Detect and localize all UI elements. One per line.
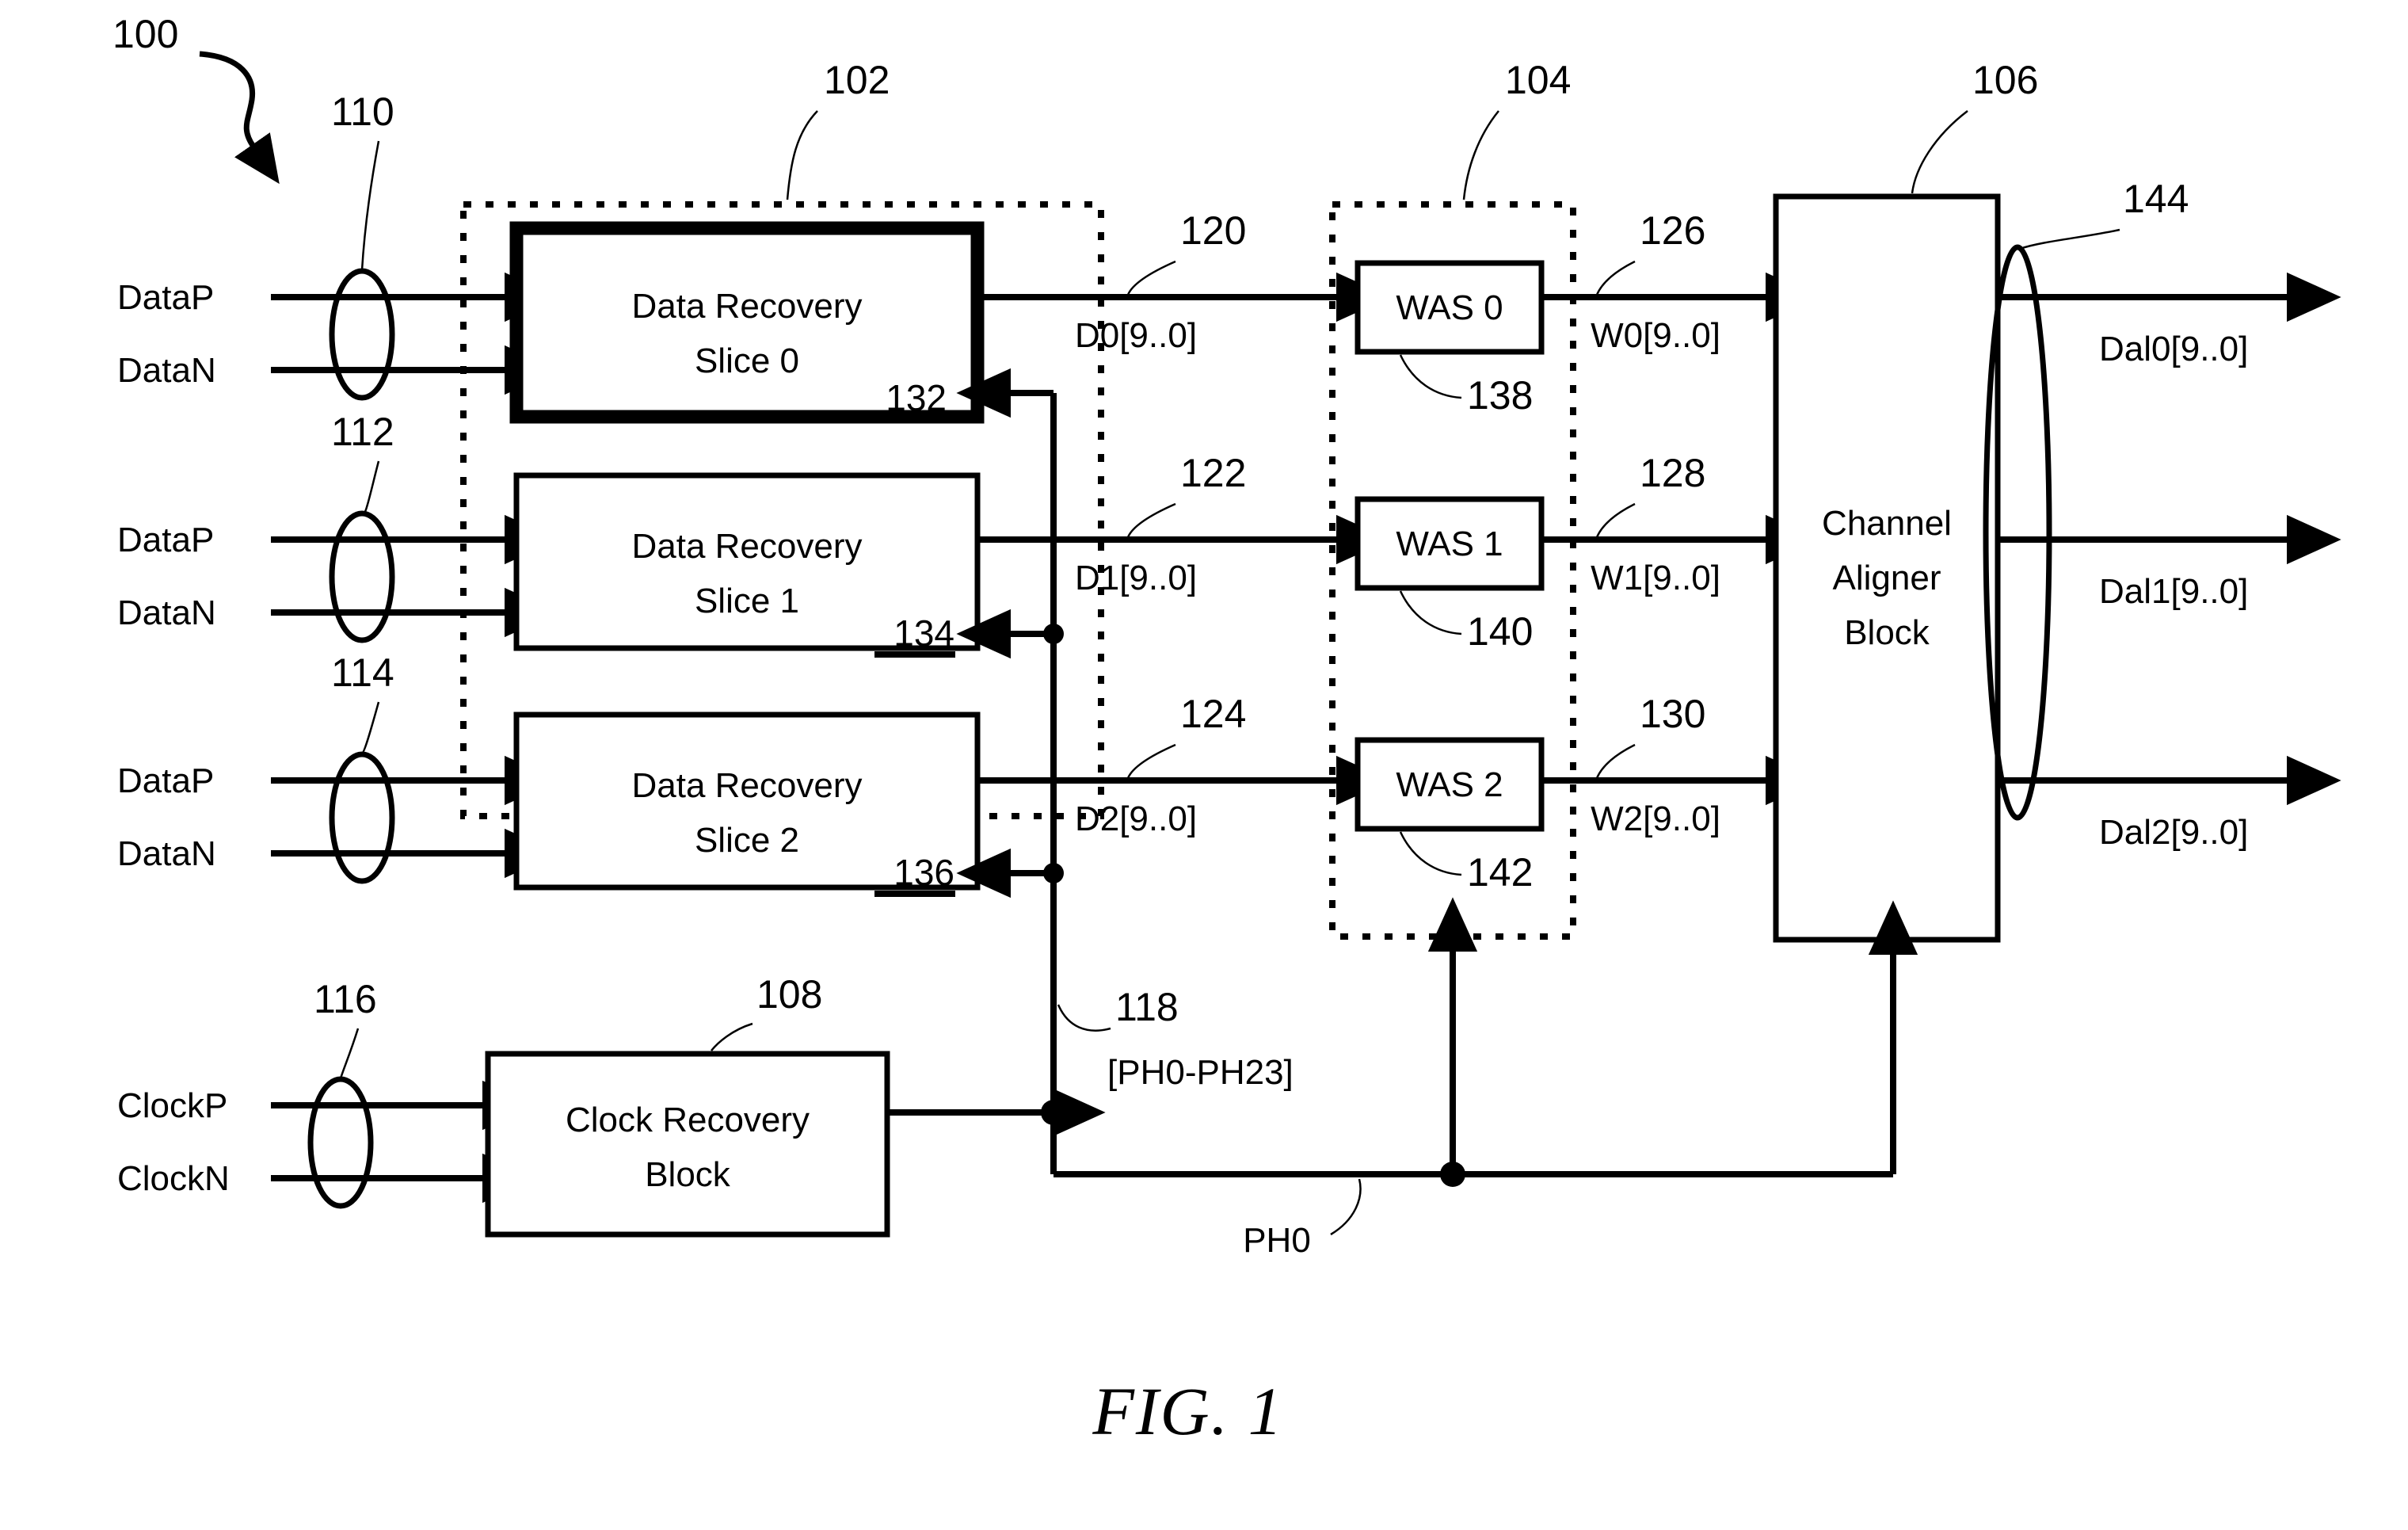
block-label-was2: WAS 2 <box>1396 765 1503 804</box>
input-label-datan-1: DataN <box>117 593 216 632</box>
system-ref-100: 100 <box>112 12 178 56</box>
differential-pair-oval-112 <box>329 510 395 643</box>
input-label-datap-0: DataP <box>117 278 214 317</box>
signal-ref-128-leader <box>1595 502 1636 538</box>
input-ref-112: 112 <box>331 410 394 454</box>
block-label-clock-line2: Block <box>645 1155 731 1194</box>
signal-label-ph0-leader <box>1330 1178 1362 1236</box>
signal-label-phase-bus: [PH0-PH23] <box>1107 1053 1294 1092</box>
input-ref-110: 110 <box>331 90 394 134</box>
input-ref-116-leader <box>339 1028 360 1079</box>
block-ref-134: 134 <box>893 612 954 654</box>
block-label-aligner-line2: Aligner <box>1833 559 1941 597</box>
output-label-dal2: Dal2[9..0] <box>2099 813 2248 852</box>
block-label-clock-line1: Clock Recovery <box>566 1101 810 1139</box>
block-ref-106-leader <box>1911 110 1968 194</box>
system-ref-leader <box>199 51 280 185</box>
block-ref-138-leader <box>1399 354 1462 399</box>
block-ref-106: 106 <box>1972 58 2038 102</box>
patent-figure-page: 100 102 104 DataP DataN 110 DataP DataN … <box>0 0 2408 1530</box>
block-ref-138: 138 <box>1467 373 1533 418</box>
signal-ref-120-leader <box>1126 260 1176 296</box>
block-label-aligner-line1: Channel <box>1822 504 1952 543</box>
signal-ref-122: 122 <box>1180 451 1246 495</box>
input-label-clockp: ClockP <box>117 1086 227 1125</box>
signal-ref-126: 126 <box>1640 208 1705 253</box>
block-ref-108-leader <box>711 1022 753 1051</box>
output-label-dal0: Dal0[9..0] <box>2099 330 2248 368</box>
input-ref-110-leader <box>360 140 380 271</box>
signal-label-w1: W1[9..0] <box>1591 559 1720 597</box>
signal-ref-124-leader <box>1126 743 1176 779</box>
signal-ref-118: 118 <box>1115 985 1179 1029</box>
block-ref-136: 136 <box>893 852 954 893</box>
block-label-was1: WAS 1 <box>1396 525 1503 563</box>
signal-label-d1: D1[9..0] <box>1075 559 1197 597</box>
signal-ref-122-leader <box>1126 502 1176 538</box>
block-label-was0: WAS 0 <box>1396 288 1503 327</box>
block-ref-140: 140 <box>1467 609 1533 654</box>
junction-dot-ph0-was <box>1440 1162 1465 1187</box>
block-label-slice2-line2: Slice 2 <box>695 821 799 860</box>
block-ref-140-leader <box>1399 590 1462 635</box>
signal-ref-118-leader <box>1057 1004 1111 1032</box>
input-label-datan-0: DataN <box>117 351 216 390</box>
signal-ref-124: 124 <box>1180 692 1246 736</box>
signal-ref-128: 128 <box>1640 451 1705 495</box>
group-ref-102: 102 <box>824 58 890 102</box>
differential-pair-oval-116 <box>307 1076 374 1209</box>
input-ref-114: 114 <box>331 651 394 695</box>
block-label-slice1-line2: Slice 1 <box>695 582 799 620</box>
block-ref-108: 108 <box>756 972 822 1017</box>
block-ref-142-leader <box>1399 831 1462 876</box>
signal-label-w2: W2[9..0] <box>1591 799 1720 838</box>
output-label-dal1: Dal1[9..0] <box>2099 572 2248 611</box>
junction-dot-clock <box>1041 1100 1066 1125</box>
input-label-datap-1: DataP <box>117 521 214 559</box>
input-ref-114-leader <box>361 701 380 755</box>
block-label-slice2-line1: Data Recovery <box>631 766 862 805</box>
group-ref-104-leader <box>1462 110 1499 200</box>
signal-label-d2: D2[9..0] <box>1075 799 1197 838</box>
block-ref-142: 142 <box>1467 850 1533 895</box>
signal-label-ph0: PH0 <box>1243 1221 1311 1260</box>
input-label-clockn: ClockN <box>117 1159 230 1198</box>
block-label-aligner-line3: Block <box>1844 613 1930 652</box>
signal-label-d0: D0[9..0] <box>1075 316 1197 355</box>
differential-pair-oval-114 <box>329 751 395 884</box>
block-clock-recovery[interactable] <box>485 1051 890 1238</box>
signal-ref-126-leader <box>1595 260 1636 296</box>
input-ref-112-leader <box>360 460 380 516</box>
signal-ref-130-leader <box>1595 743 1636 779</box>
junction-dot-slice1 <box>1043 624 1064 644</box>
signal-ref-144-leader <box>2019 228 2120 250</box>
block-label-slice1-line1: Data Recovery <box>631 527 862 566</box>
junction-dot-slice2 <box>1043 863 1064 883</box>
group-ref-102-leader <box>786 110 818 200</box>
figure-caption: FIG. 1 <box>1092 1373 1283 1449</box>
block-ref-132: 132 <box>886 377 947 418</box>
input-label-datap-2: DataP <box>117 761 214 800</box>
signal-label-w0: W0[9..0] <box>1591 316 1720 355</box>
group-ref-104: 104 <box>1505 58 1571 102</box>
signal-ref-144: 144 <box>2123 177 2189 221</box>
differential-pair-oval-110 <box>329 268 395 401</box>
block-label-slice0-line1: Data Recovery <box>631 287 862 326</box>
signal-ref-130: 130 <box>1640 692 1705 736</box>
input-label-datan-2: DataN <box>117 834 216 873</box>
block-diagram-canvas: 100 102 104 DataP DataN 110 DataP DataN … <box>112 12 2341 1449</box>
input-ref-116: 116 <box>314 977 377 1021</box>
block-label-slice0-line2: Slice 0 <box>695 341 799 380</box>
signal-ref-120: 120 <box>1180 208 1246 253</box>
